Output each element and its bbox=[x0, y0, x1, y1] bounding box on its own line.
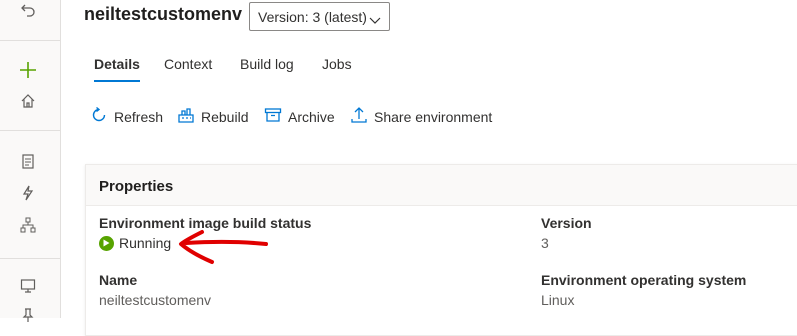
properties-title: Properties bbox=[99, 178, 174, 195]
pin-icon[interactable] bbox=[18, 305, 38, 325]
home-icon[interactable] bbox=[18, 91, 38, 111]
sidebar-divider bbox=[0, 40, 60, 41]
undo-icon[interactable] bbox=[18, 0, 38, 20]
properties-card-header: Properties bbox=[86, 165, 797, 206]
monitor-icon[interactable] bbox=[18, 276, 38, 296]
build-status-value: Running bbox=[119, 235, 172, 251]
tab-jobs[interactable]: Jobs bbox=[322, 56, 352, 72]
os-value: Linux bbox=[541, 292, 575, 308]
tab-details[interactable]: Details bbox=[94, 56, 140, 82]
archive-label: Archive bbox=[288, 108, 335, 125]
name-label: Name bbox=[99, 272, 138, 288]
share-label: Share environment bbox=[374, 108, 493, 125]
version-dropdown-value: Version: 3 (latest) bbox=[258, 8, 367, 25]
lightning-icon[interactable] bbox=[18, 183, 38, 203]
left-sidebar bbox=[0, 0, 61, 322]
play-icon bbox=[99, 235, 114, 251]
plus-icon[interactable] bbox=[18, 60, 38, 80]
refresh-icon bbox=[90, 106, 108, 127]
tab-context[interactable]: Context bbox=[164, 56, 212, 72]
page-title: neiltestcustomenv bbox=[84, 4, 243, 24]
refresh-button[interactable]: Refresh bbox=[90, 106, 163, 127]
os-label: Environment operating system bbox=[541, 272, 747, 288]
rebuild-button[interactable]: Rebuild bbox=[177, 106, 248, 127]
sidebar-divider bbox=[0, 258, 60, 259]
version-dropdown[interactable]: Version: 3 (latest) bbox=[249, 2, 390, 31]
rebuild-label: Rebuild bbox=[201, 108, 249, 125]
chevron-down-icon bbox=[369, 12, 381, 28]
rebuild-icon bbox=[177, 106, 195, 127]
status-badge: Running bbox=[99, 235, 171, 251]
hierarchy-icon[interactable] bbox=[18, 215, 38, 235]
sidebar-divider bbox=[0, 130, 60, 131]
clipboard-icon[interactable] bbox=[18, 151, 38, 171]
share-icon bbox=[350, 106, 368, 127]
version-label: Version bbox=[541, 215, 592, 231]
tab-build-log[interactable]: Build log bbox=[240, 56, 294, 72]
name-value: neiltestcustomenv bbox=[99, 292, 212, 308]
refresh-label: Refresh bbox=[114, 108, 164, 125]
version-value: 3 bbox=[541, 235, 549, 251]
archive-icon bbox=[264, 106, 282, 127]
red-arrow-annotation bbox=[179, 230, 268, 264]
share-environment-button[interactable]: Share environment bbox=[350, 106, 492, 127]
archive-button[interactable]: Archive bbox=[264, 106, 335, 127]
